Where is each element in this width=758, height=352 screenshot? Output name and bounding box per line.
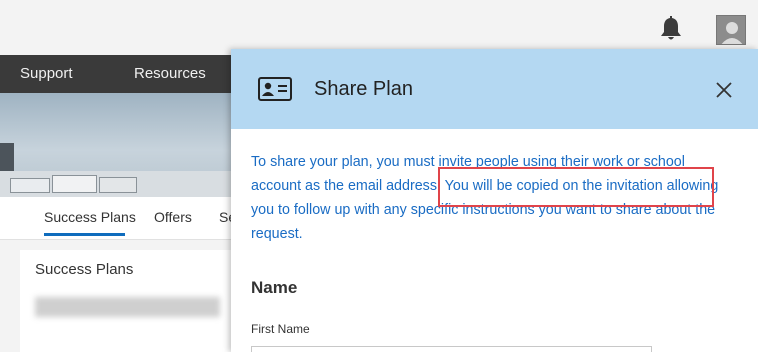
avatar[interactable] (716, 15, 746, 45)
user-silhouette-icon (717, 16, 745, 44)
first-name-label: First Name (251, 322, 310, 336)
panel-title: Success Plans (35, 261, 134, 278)
bell-icon[interactable] (659, 16, 683, 42)
success-plans-panel: Success Plans (20, 250, 232, 352)
tab-success-plans[interactable]: Success Plans (44, 209, 136, 225)
name-section-title: Name (251, 278, 298, 297)
first-name-input[interactable] (251, 346, 652, 352)
dialog-header: Share Plan (231, 49, 758, 129)
redacted-company-name (35, 297, 220, 317)
contact-card-icon (258, 77, 292, 101)
top-bar (0, 0, 758, 55)
dialog-title: Share Plan (314, 78, 413, 100)
close-icon[interactable] (714, 80, 734, 100)
nav-support[interactable]: Support (20, 65, 73, 82)
share-plan-dialog: Share Plan To share your plan, you must … (231, 49, 758, 352)
active-tab-indicator (44, 233, 125, 236)
tab-offers[interactable]: Offers (154, 209, 192, 225)
page-tabs: Success Plans Offers Se (0, 197, 236, 240)
hero-image (0, 93, 232, 197)
nav-resources[interactable]: Resources (134, 65, 206, 82)
highlight-box (438, 167, 714, 207)
